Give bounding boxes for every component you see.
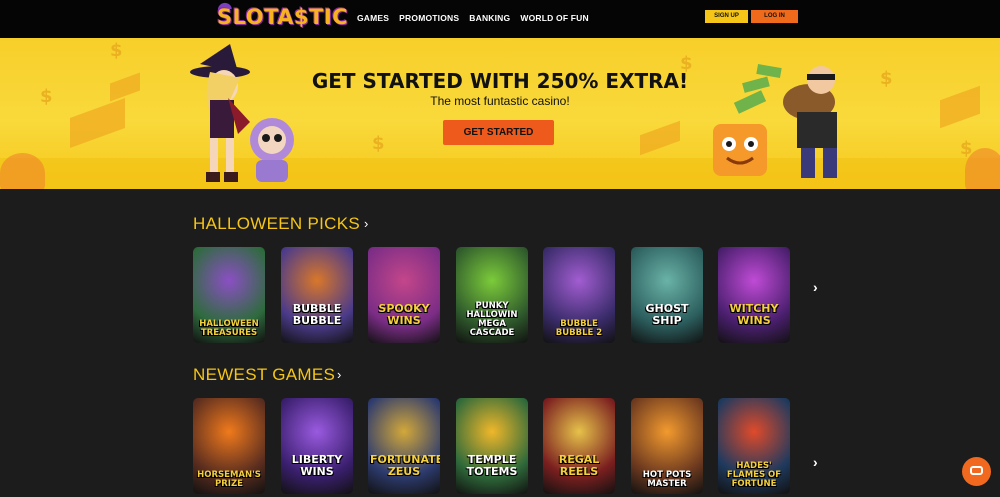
dollar-icon: $ [880, 68, 893, 89]
dollar-icon: $ [40, 86, 53, 107]
chat-bubble-icon [970, 466, 983, 475]
game-row-halloween-picks: HALLOWEEN TREASURES BUBBLE BUBBLE SPOOKY W… [193, 247, 793, 343]
game-title: FORTUNATE ZEUS [370, 453, 440, 478]
nav-world-of-fun[interactable]: WORLD OF FUN [520, 13, 589, 23]
game-tile[interactable]: HOT POTS MASTER [631, 398, 703, 494]
game-title: HOT POTS MASTER [642, 470, 692, 489]
log-in-button[interactable]: LOG IN [751, 10, 798, 23]
game-row-newest-games: HORSEMAN'S PRIZE LIBERTY WINS FORTUNATE ZE… [193, 398, 793, 494]
chevron-right-icon[interactable]: › [337, 367, 341, 382]
game-thumbnail-art [456, 398, 528, 494]
game-title: WITCHY WINS [729, 302, 779, 327]
game-tile[interactable]: REGAL REELS [543, 398, 615, 494]
carousel-next-arrow[interactable]: › [813, 279, 818, 295]
game-title: PUNKY HALLOWIN MEGA CASCADE [466, 301, 518, 338]
flame-decor [965, 148, 1000, 189]
witch-character-illustration [190, 44, 294, 182]
game-tile[interactable]: PUNKY HALLOWIN MEGA CASCADE [456, 247, 528, 343]
hero-subtitle: The most funtastic casino! [430, 94, 570, 108]
game-tile[interactable]: GHOST SHIP [631, 247, 703, 343]
hero-title: GET STARTED WITH 250% EXTRA! [311, 69, 689, 93]
nav-games[interactable]: GAMES [357, 13, 389, 23]
hero-banner: $ $ $ $ $ $ GET STARTED WITH 250% EXTRA!… [0, 38, 1000, 189]
game-title: SPOOKY WINS [378, 302, 430, 327]
game-title: BUBBLE BUBBLE [292, 302, 342, 327]
flame-decor [0, 153, 45, 189]
robber-character-illustration [713, 63, 837, 178]
game-tile[interactable]: BUBBLE BUBBLE 2 [543, 247, 615, 343]
game-title: BUBBLE BUBBLE 2 [555, 319, 603, 338]
game-tile[interactable]: LIBERTY WINS [281, 398, 353, 494]
carousel-next-arrow[interactable]: › [813, 454, 818, 470]
game-thumbnail-art [543, 398, 615, 494]
section-title-newest-games[interactable]: NEWEST GAMES [193, 365, 335, 385]
decor-shape [110, 72, 140, 102]
nav-banking[interactable]: BANKING [469, 13, 510, 23]
game-thumbnail-art [631, 247, 703, 343]
get-started-button[interactable]: GET STARTED [443, 120, 554, 145]
game-thumbnail-art [718, 247, 790, 343]
game-tile[interactable]: BUBBLE BUBBLE [281, 247, 353, 343]
game-tile[interactable]: SPOOKY WINS [368, 247, 440, 343]
game-thumbnail-art [368, 247, 440, 343]
game-title: HORSEMAN'S PRIZE [197, 470, 261, 489]
game-tile[interactable]: WITCHY WINS [718, 247, 790, 343]
game-tile[interactable]: HALLOWEEN TREASURES [193, 247, 265, 343]
sign-up-button[interactable]: SIGN UP [705, 10, 748, 23]
decor-shape [940, 85, 980, 129]
top-navigation-bar: SLOTA$TIC GAMES PROMOTIONS BANKING WORLD… [0, 0, 1000, 38]
dollar-icon: $ [110, 40, 123, 61]
game-tile[interactable]: HORSEMAN'S PRIZE [193, 398, 265, 494]
game-thumbnail-art [281, 247, 353, 343]
game-tile[interactable]: TEMPLE TOTEMS [456, 398, 528, 494]
game-title: HALLOWEEN TREASURES [199, 319, 259, 338]
game-title: LIBERTY WINS [291, 453, 343, 478]
main-nav: GAMES PROMOTIONS BANKING WORLD OF FUN [357, 13, 589, 23]
dollar-icon: $ [372, 133, 385, 154]
site-logo[interactable]: SLOTA$TIC [217, 5, 348, 29]
section-title-halloween-picks[interactable]: HALLOWEEN PICKS [193, 214, 360, 234]
game-title: REGAL REELS [558, 453, 600, 478]
chat-support-button[interactable] [962, 457, 991, 486]
decor-shape [640, 120, 680, 156]
decor-shape [70, 97, 125, 149]
nav-promotions[interactable]: PROMOTIONS [399, 13, 459, 23]
game-title: GHOST SHIP [645, 302, 689, 327]
game-tile[interactable]: HADES' FLAMES OF FORTUNE [718, 398, 790, 494]
game-title: TEMPLE TOTEMS [466, 453, 518, 478]
game-tile[interactable]: FORTUNATE ZEUS [368, 398, 440, 494]
game-thumbnail-art [281, 398, 353, 494]
game-thumbnail-art [368, 398, 440, 494]
game-title: HADES' FLAMES OF FORTUNE [726, 461, 782, 489]
chevron-right-icon[interactable]: › [364, 216, 368, 231]
